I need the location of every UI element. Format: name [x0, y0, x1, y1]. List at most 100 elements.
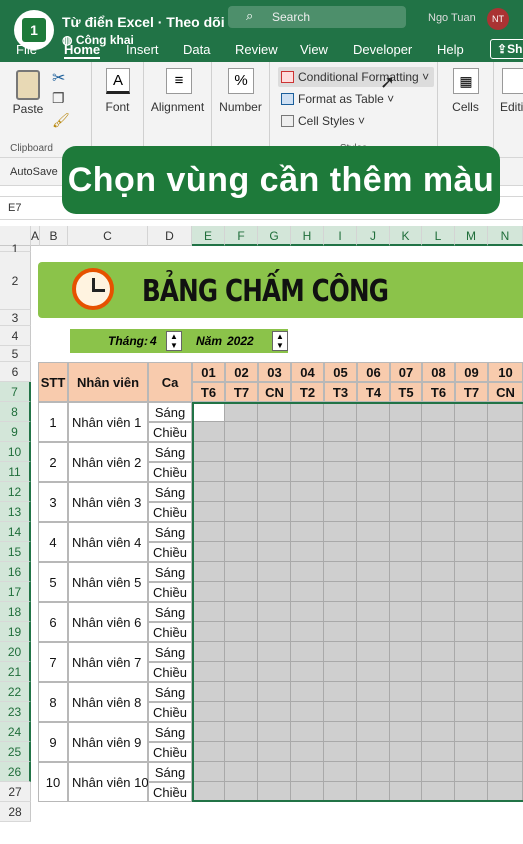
attendance-cell[interactable] — [192, 602, 225, 622]
attendance-cell[interactable] — [324, 662, 357, 682]
number-button[interactable]: Number — [212, 100, 269, 114]
attendance-cell[interactable] — [225, 642, 258, 662]
attendance-cell[interactable] — [258, 622, 291, 642]
row-header-6[interactable]: 6 — [0, 362, 31, 382]
column-header-H[interactable]: H — [291, 226, 324, 246]
attendance-cell[interactable] — [225, 422, 258, 442]
attendance-cell[interactable] — [324, 522, 357, 542]
font-button[interactable]: Font — [92, 100, 143, 114]
attendance-cell[interactable] — [422, 542, 455, 562]
attendance-cell[interactable] — [455, 522, 488, 542]
attendance-cell[interactable] — [192, 442, 225, 462]
attendance-cell[interactable] — [192, 622, 225, 642]
attendance-cell[interactable] — [225, 782, 258, 802]
row-header-20[interactable]: 20 — [0, 642, 31, 662]
row-header-22[interactable]: 22 — [0, 682, 31, 702]
column-header-M[interactable]: M — [455, 226, 488, 246]
attendance-cell[interactable] — [455, 642, 488, 662]
row-header-26[interactable]: 26 — [0, 762, 31, 782]
row-header-16[interactable]: 16 — [0, 562, 31, 582]
attendance-cell[interactable] — [324, 502, 357, 522]
attendance-cell[interactable] — [455, 402, 488, 422]
attendance-cell[interactable] — [324, 422, 357, 442]
tab-help[interactable]: Help — [437, 42, 464, 57]
attendance-cell[interactable] — [488, 502, 523, 522]
attendance-cell[interactable] — [324, 762, 357, 782]
attendance-cell[interactable] — [488, 422, 523, 442]
attendance-cell[interactable] — [455, 742, 488, 762]
avatar[interactable]: NT — [487, 8, 509, 30]
attendance-cell[interactable] — [291, 762, 324, 782]
attendance-cell[interactable] — [357, 422, 390, 442]
column-header-K[interactable]: K — [390, 226, 422, 246]
attendance-cell[interactable] — [192, 682, 225, 702]
attendance-cell[interactable] — [488, 782, 523, 802]
attendance-cell[interactable] — [258, 702, 291, 722]
column-header-L[interactable]: L — [422, 226, 455, 246]
row-header-7[interactable]: 7 — [0, 382, 31, 402]
attendance-cell[interactable] — [324, 602, 357, 622]
attendance-cell[interactable] — [258, 402, 291, 422]
attendance-cell[interactable] — [357, 762, 390, 782]
conditional-formatting-button[interactable]: Conditional Formatting ˅ — [278, 67, 434, 87]
attendance-cell[interactable] — [390, 642, 422, 662]
attendance-cell[interactable] — [192, 782, 225, 802]
row-header-28[interactable]: 28 — [0, 802, 31, 822]
attendance-cell[interactable] — [225, 402, 258, 422]
row-header-8[interactable]: 8 — [0, 402, 31, 422]
copy-icon[interactable]: ❐ — [52, 90, 65, 107]
attendance-cell[interactable] — [488, 762, 523, 782]
attendance-cell[interactable] — [291, 682, 324, 702]
attendance-cell[interactable] — [357, 442, 390, 462]
attendance-cell[interactable] — [291, 422, 324, 442]
attendance-cell[interactable] — [422, 422, 455, 442]
attendance-cell[interactable] — [357, 482, 390, 502]
attendance-cell[interactable] — [455, 622, 488, 642]
cut-icon[interactable]: ✂ — [52, 68, 65, 88]
attendance-cell[interactable] — [291, 662, 324, 682]
attendance-cell[interactable] — [357, 642, 390, 662]
attendance-cell[interactable] — [291, 582, 324, 602]
attendance-cell[interactable] — [225, 582, 258, 602]
attendance-cell[interactable] — [488, 642, 523, 662]
attendance-cell[interactable] — [357, 402, 390, 422]
row-header-5[interactable]: 5 — [0, 346, 31, 362]
row-header-23[interactable]: 23 — [0, 702, 31, 722]
column-header-I[interactable]: I — [324, 226, 357, 246]
month-spinner[interactable]: ▲ ▼ — [166, 331, 182, 351]
attendance-cell[interactable] — [324, 642, 357, 662]
attendance-cell[interactable] — [455, 422, 488, 442]
attendance-cell[interactable] — [291, 522, 324, 542]
attendance-cell[interactable] — [422, 662, 455, 682]
attendance-cell[interactable] — [192, 582, 225, 602]
attendance-cell[interactable] — [192, 522, 225, 542]
attendance-cell[interactable] — [324, 582, 357, 602]
column-header-F[interactable]: F — [225, 226, 258, 246]
attendance-cell[interactable] — [422, 742, 455, 762]
attendance-cell[interactable] — [258, 642, 291, 662]
attendance-cell[interactable] — [455, 762, 488, 782]
column-header-G[interactable]: G — [258, 226, 291, 246]
attendance-cell[interactable] — [225, 462, 258, 482]
attendance-cell[interactable] — [192, 482, 225, 502]
attendance-cell[interactable] — [357, 742, 390, 762]
attendance-cell[interactable] — [357, 582, 390, 602]
attendance-cell[interactable] — [390, 462, 422, 482]
attendance-cell[interactable] — [422, 582, 455, 602]
attendance-cell[interactable] — [422, 522, 455, 542]
attendance-cell[interactable] — [291, 502, 324, 522]
attendance-cell[interactable] — [192, 702, 225, 722]
attendance-cell[interactable] — [258, 562, 291, 582]
attendance-cell[interactable] — [422, 402, 455, 422]
percent-icon[interactable]: % — [228, 68, 254, 94]
attendance-cell[interactable] — [258, 482, 291, 502]
attendance-cell[interactable] — [422, 682, 455, 702]
attendance-cell[interactable] — [225, 702, 258, 722]
attendance-cell[interactable] — [192, 542, 225, 562]
attendance-cell[interactable] — [357, 522, 390, 542]
attendance-cell[interactable] — [455, 442, 488, 462]
attendance-cell[interactable] — [225, 502, 258, 522]
search-box[interactable]: ⌕ Search — [228, 6, 406, 28]
column-header-C[interactable]: C — [68, 226, 148, 246]
row-header-21[interactable]: 21 — [0, 662, 31, 682]
